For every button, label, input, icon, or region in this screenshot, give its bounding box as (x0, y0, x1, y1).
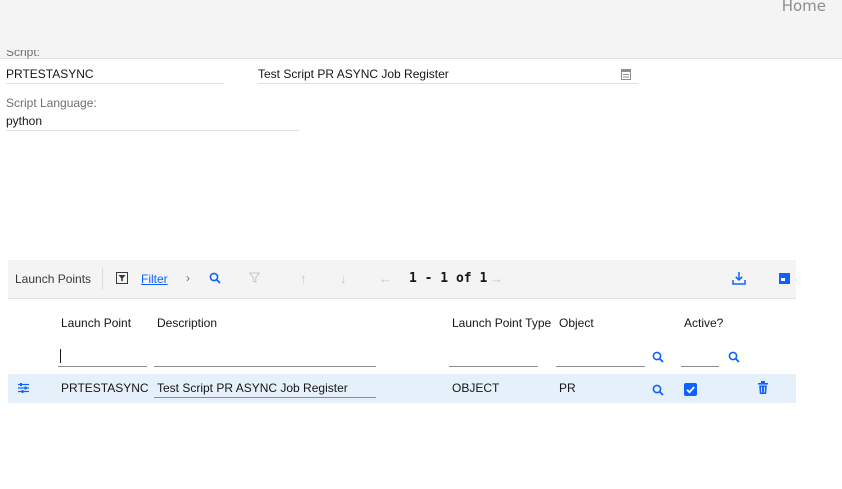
delete-icon[interactable] (758, 381, 768, 394)
cell-launch-point-type: OBJECT (452, 381, 500, 395)
description-cell-underline (154, 397, 376, 398)
cell-object[interactable]: PR (559, 381, 576, 395)
script-description-field[interactable]: Test Script PR ASYNC Job Register (258, 67, 449, 81)
description-filter-input[interactable] (154, 366, 376, 367)
table-settings-icon[interactable] (779, 273, 790, 284)
home-link[interactable]: Home (782, 0, 826, 15)
details-icon[interactable] (621, 69, 631, 80)
chevron-right-icon[interactable]: › (186, 271, 190, 285)
row-object-search-icon[interactable] (652, 384, 664, 396)
type-filter-input[interactable] (449, 366, 538, 367)
column-header-active[interactable]: Active? (684, 316, 723, 330)
script-name-value: PRTESTASYNC (6, 67, 94, 81)
toolbar-divider (102, 268, 103, 290)
script-language-value: python (6, 114, 43, 128)
active-search-icon[interactable] (728, 351, 740, 363)
object-filter-input[interactable] (556, 366, 645, 367)
previous-page-icon: ← (379, 271, 392, 286)
download-icon[interactable] (732, 271, 746, 285)
launch-point-filter-input[interactable] (58, 366, 147, 367)
arrow-up-icon: ↑ (300, 271, 307, 286)
filter-link[interactable]: Filter (141, 272, 168, 286)
search-icon[interactable] (209, 272, 221, 284)
launch-points-title: Launch Points (15, 272, 92, 286)
script-language-label: Script Language: (6, 96, 97, 110)
active-filter-input[interactable] (681, 366, 719, 367)
top-bar: Home (0, 0, 842, 59)
row-details-icon[interactable] (18, 383, 29, 393)
script-language-underline (6, 130, 299, 131)
text-cursor (60, 349, 61, 363)
cell-description[interactable]: Test Script PR ASYNC Job Register (157, 381, 348, 395)
column-header-launch-point-type[interactable]: Launch Point Type (452, 316, 551, 330)
pagination-text: 1 - 1 of 1 (409, 271, 488, 286)
clear-filter-icon (249, 272, 260, 283)
checkbox-checked-icon (686, 386, 695, 394)
column-header-description[interactable]: Description (157, 316, 217, 330)
column-header-launch-point[interactable]: Launch Point (61, 316, 131, 330)
next-page-icon: → (490, 271, 503, 286)
script-description-underline (258, 83, 638, 84)
arrow-down-icon: ↓ (340, 271, 347, 286)
cell-launch-point[interactable]: PRTESTASYNC (61, 381, 149, 395)
active-checkbox[interactable] (684, 383, 697, 396)
filter-icon[interactable] (116, 272, 128, 284)
script-name-underline (6, 83, 224, 84)
script-label: Script: (6, 50, 41, 59)
column-header-object[interactable]: Object (559, 316, 594, 330)
launch-points-toolbar: Launch Points Filter › ↑ ↓ ← 1 - 1 of 1 … (8, 260, 796, 299)
object-search-icon[interactable] (652, 351, 664, 363)
